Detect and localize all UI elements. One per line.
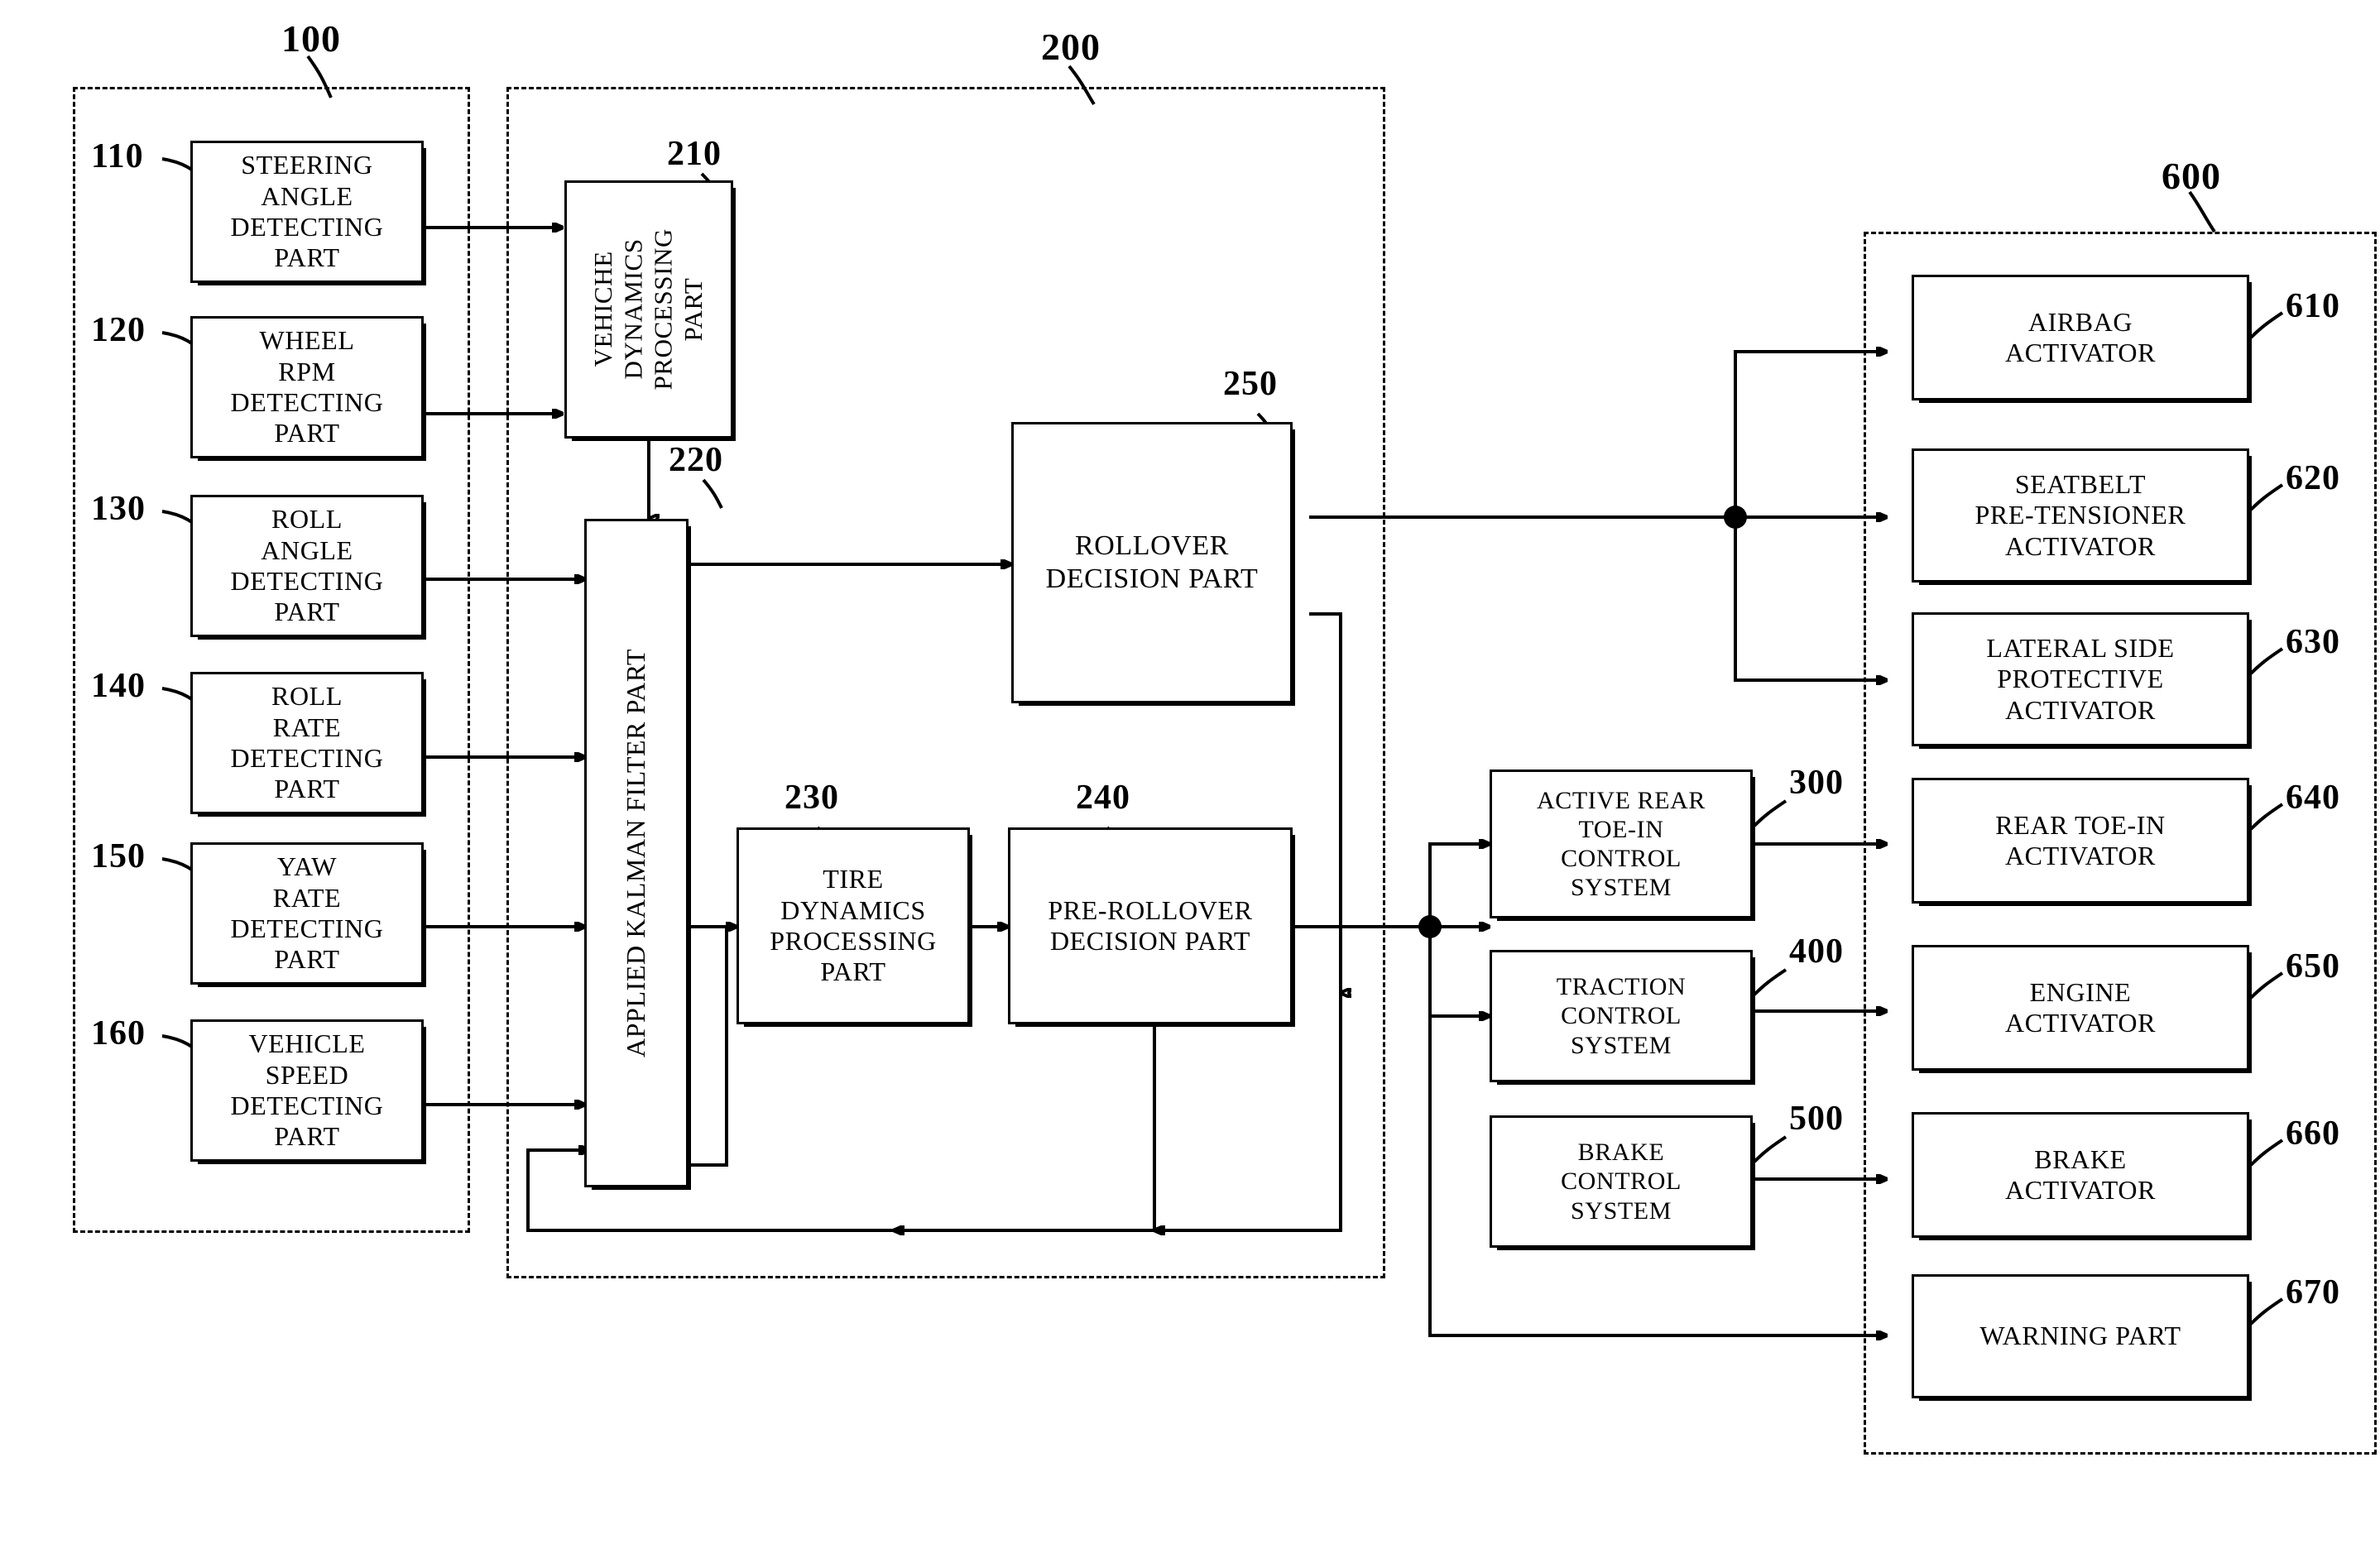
block-traction-control-system[interactable]: TRACTION CONTROL SYSTEM bbox=[1490, 950, 1755, 1085]
ref-numeral-300: 300 bbox=[1789, 764, 1844, 802]
block-label: ACTIVE REAR TOE-IN CONTROL SYSTEM bbox=[1536, 786, 1706, 902]
ref-numeral-600: 600 bbox=[2162, 155, 2221, 197]
block-label: REAR TOE-IN ACTIVATOR bbox=[1995, 809, 2166, 870]
block-wheel-rpm-detecting-part[interactable]: WHEEL RPM DETECTING PART bbox=[190, 316, 426, 461]
block-warning-part[interactable]: WARNING PART bbox=[1912, 1274, 2252, 1401]
block-label: ROLL ANGLE DETECTING PART bbox=[230, 504, 384, 627]
block-airbag-activator[interactable]: AIRBAG ACTIVATOR bbox=[1912, 275, 2252, 403]
block-label: TRACTION CONTROL SYSTEM bbox=[1556, 973, 1687, 1059]
block-roll-angle-detecting-part[interactable]: ROLL ANGLE DETECTING PART bbox=[190, 495, 426, 640]
ref-numeral-250: 250 bbox=[1223, 365, 1278, 403]
ref-numeral-500: 500 bbox=[1789, 1100, 1844, 1138]
ref-numeral-670: 670 bbox=[2286, 1273, 2340, 1311]
block-label: VEHICHE DYNAMICS PROCESSING PART bbox=[588, 228, 708, 391]
ref-numeral-200: 200 bbox=[1041, 26, 1101, 68]
ref-numeral-160: 160 bbox=[91, 1014, 146, 1052]
block-label: LATERAL SIDE PROTECTIVE ACTIVATOR bbox=[1986, 632, 2175, 725]
ref-numeral-610: 610 bbox=[2286, 287, 2340, 325]
block-vehicle-dynamics-processing-part[interactable]: VEHICHE DYNAMICS PROCESSING PART bbox=[564, 180, 736, 441]
block-tire-dynamics-processing-part[interactable]: TIRE DYNAMICS PROCESSING PART bbox=[737, 827, 972, 1027]
patent-figure-canvas: 100 200 600 STEERING ANGLE DETECTING PAR… bbox=[0, 0, 2380, 1563]
ref-numeral-630: 630 bbox=[2286, 623, 2340, 661]
ref-numeral-110: 110 bbox=[91, 137, 144, 175]
ref-numeral-640: 640 bbox=[2286, 779, 2340, 817]
block-active-rear-toe-in-control-system[interactable]: ACTIVE REAR TOE-IN CONTROL SYSTEM bbox=[1490, 770, 1755, 921]
block-label: ROLLOVER DECISION PART bbox=[1045, 530, 1259, 594]
ref-numeral-620: 620 bbox=[2286, 459, 2340, 497]
block-label: BRAKE ACTIVATOR bbox=[2004, 1143, 2157, 1205]
ref-numeral-100: 100 bbox=[281, 17, 341, 60]
ref-numeral-650: 650 bbox=[2286, 947, 2340, 985]
ref-numeral-400: 400 bbox=[1789, 933, 1844, 971]
ref-numeral-150: 150 bbox=[91, 837, 146, 875]
block-label: APPLIED KALMAN FILTER PART bbox=[621, 648, 651, 1058]
ref-numeral-230: 230 bbox=[785, 779, 839, 817]
block-engine-activator[interactable]: ENGINE ACTIVATOR bbox=[1912, 945, 2252, 1073]
ref-numeral-220: 220 bbox=[669, 441, 723, 479]
block-label: SEATBELT PRE-TENSIONER ACTIVATOR bbox=[1975, 468, 2186, 561]
block-label: STEERING ANGLE DETECTING PART bbox=[230, 150, 384, 273]
block-applied-kalman-filter-part[interactable]: APPLIED KALMAN FILTER PART bbox=[584, 519, 691, 1190]
block-label: ROLL RATE DETECTING PART bbox=[230, 681, 384, 804]
ref-numeral-120: 120 bbox=[91, 311, 146, 349]
block-label: ENGINE ACTIVATOR bbox=[2004, 976, 2157, 1038]
ref-numeral-140: 140 bbox=[91, 667, 146, 705]
ref-numeral-660: 660 bbox=[2286, 1115, 2340, 1153]
block-yaw-rate-detecting-part[interactable]: YAW RATE DETECTING PART bbox=[190, 842, 426, 987]
ref-numeral-130: 130 bbox=[91, 490, 146, 528]
block-label: WARNING PART bbox=[1979, 1321, 2181, 1351]
block-label: PRE-ROLLOVER DECISION PART bbox=[1048, 894, 1253, 956]
block-brake-control-system[interactable]: BRAKE CONTROL SYSTEM bbox=[1490, 1115, 1755, 1250]
block-label: YAW RATE DETECTING PART bbox=[230, 851, 384, 975]
block-lateral-side-protective-activator[interactable]: LATERAL SIDE PROTECTIVE ACTIVATOR bbox=[1912, 612, 2252, 749]
block-rear-toe-in-activator[interactable]: REAR TOE-IN ACTIVATOR bbox=[1912, 778, 2252, 906]
block-label: TIRE DYNAMICS PROCESSING PART bbox=[770, 864, 937, 987]
ref-numeral-210: 210 bbox=[667, 135, 722, 173]
block-steering-angle-detecting-part[interactable]: STEERING ANGLE DETECTING PART bbox=[190, 141, 426, 285]
ref-numeral-240: 240 bbox=[1076, 779, 1130, 817]
block-roll-rate-detecting-part[interactable]: ROLL RATE DETECTING PART bbox=[190, 672, 426, 817]
block-label: AIRBAG ACTIVATOR bbox=[2004, 306, 2157, 367]
block-brake-activator[interactable]: BRAKE ACTIVATOR bbox=[1912, 1112, 2252, 1240]
block-vehicle-speed-detecting-part[interactable]: VEHICLE SPEED DETECTING PART bbox=[190, 1019, 426, 1164]
block-label: WHEEL RPM DETECTING PART bbox=[230, 325, 384, 448]
block-label: VEHICLE SPEED DETECTING PART bbox=[230, 1028, 384, 1152]
block-label: BRAKE CONTROL SYSTEM bbox=[1561, 1139, 1682, 1225]
block-pre-rollover-decision-part[interactable]: PRE-ROLLOVER DECISION PART bbox=[1008, 827, 1295, 1027]
block-rollover-decision-part[interactable]: ROLLOVER DECISION PART bbox=[1011, 422, 1295, 706]
block-seatbelt-pre-tensioner-activator[interactable]: SEATBELT PRE-TENSIONER ACTIVATOR bbox=[1912, 448, 2252, 585]
